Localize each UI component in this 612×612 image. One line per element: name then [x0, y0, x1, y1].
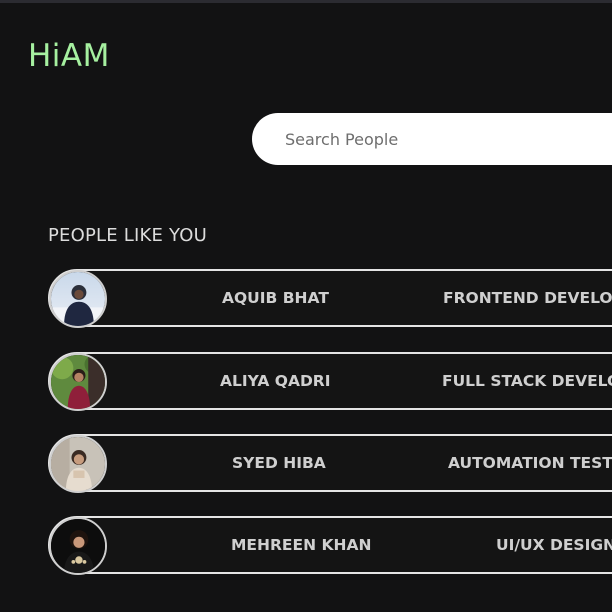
person-row[interactable]: MEHREEN KHAN UI/UX DESIGN — [48, 516, 612, 575]
person-row[interactable]: AQUIB BHAT FRONTEND DEVELO — [48, 269, 612, 328]
person-role: FULL STACK DEVELO — [442, 372, 612, 390]
person-row[interactable]: ALIYA QADRI FULL STACK DEVELO — [48, 352, 612, 411]
avatar[interactable] — [49, 435, 107, 493]
person-row[interactable]: SYED HIBA AUTOMATION TESTI — [48, 434, 612, 493]
person-name: ALIYA QADRI — [220, 372, 331, 390]
avatar[interactable] — [49, 270, 107, 328]
app-root: HiAM PEOPLE LIKE YOU — [0, 0, 612, 612]
person-name: MEHREEN KHAN — [231, 536, 372, 554]
person-role: UI/UX DESIGN — [496, 536, 612, 554]
person-role: FRONTEND DEVELO — [443, 289, 612, 307]
people-list: AQUIB BHAT FRONTEND DEVELO ALIYA QADRI F… — [0, 0, 612, 612]
avatar-photo-icon — [51, 519, 105, 573]
avatar-photo-icon — [51, 272, 105, 326]
avatar[interactable] — [49, 353, 107, 411]
person-name: AQUIB BHAT — [222, 289, 329, 307]
person-name: SYED HIBA — [232, 454, 326, 472]
avatar-photo-icon — [51, 355, 105, 409]
person-role: AUTOMATION TESTI — [448, 454, 612, 472]
avatar[interactable] — [49, 517, 107, 575]
avatar-photo-icon — [51, 437, 105, 491]
